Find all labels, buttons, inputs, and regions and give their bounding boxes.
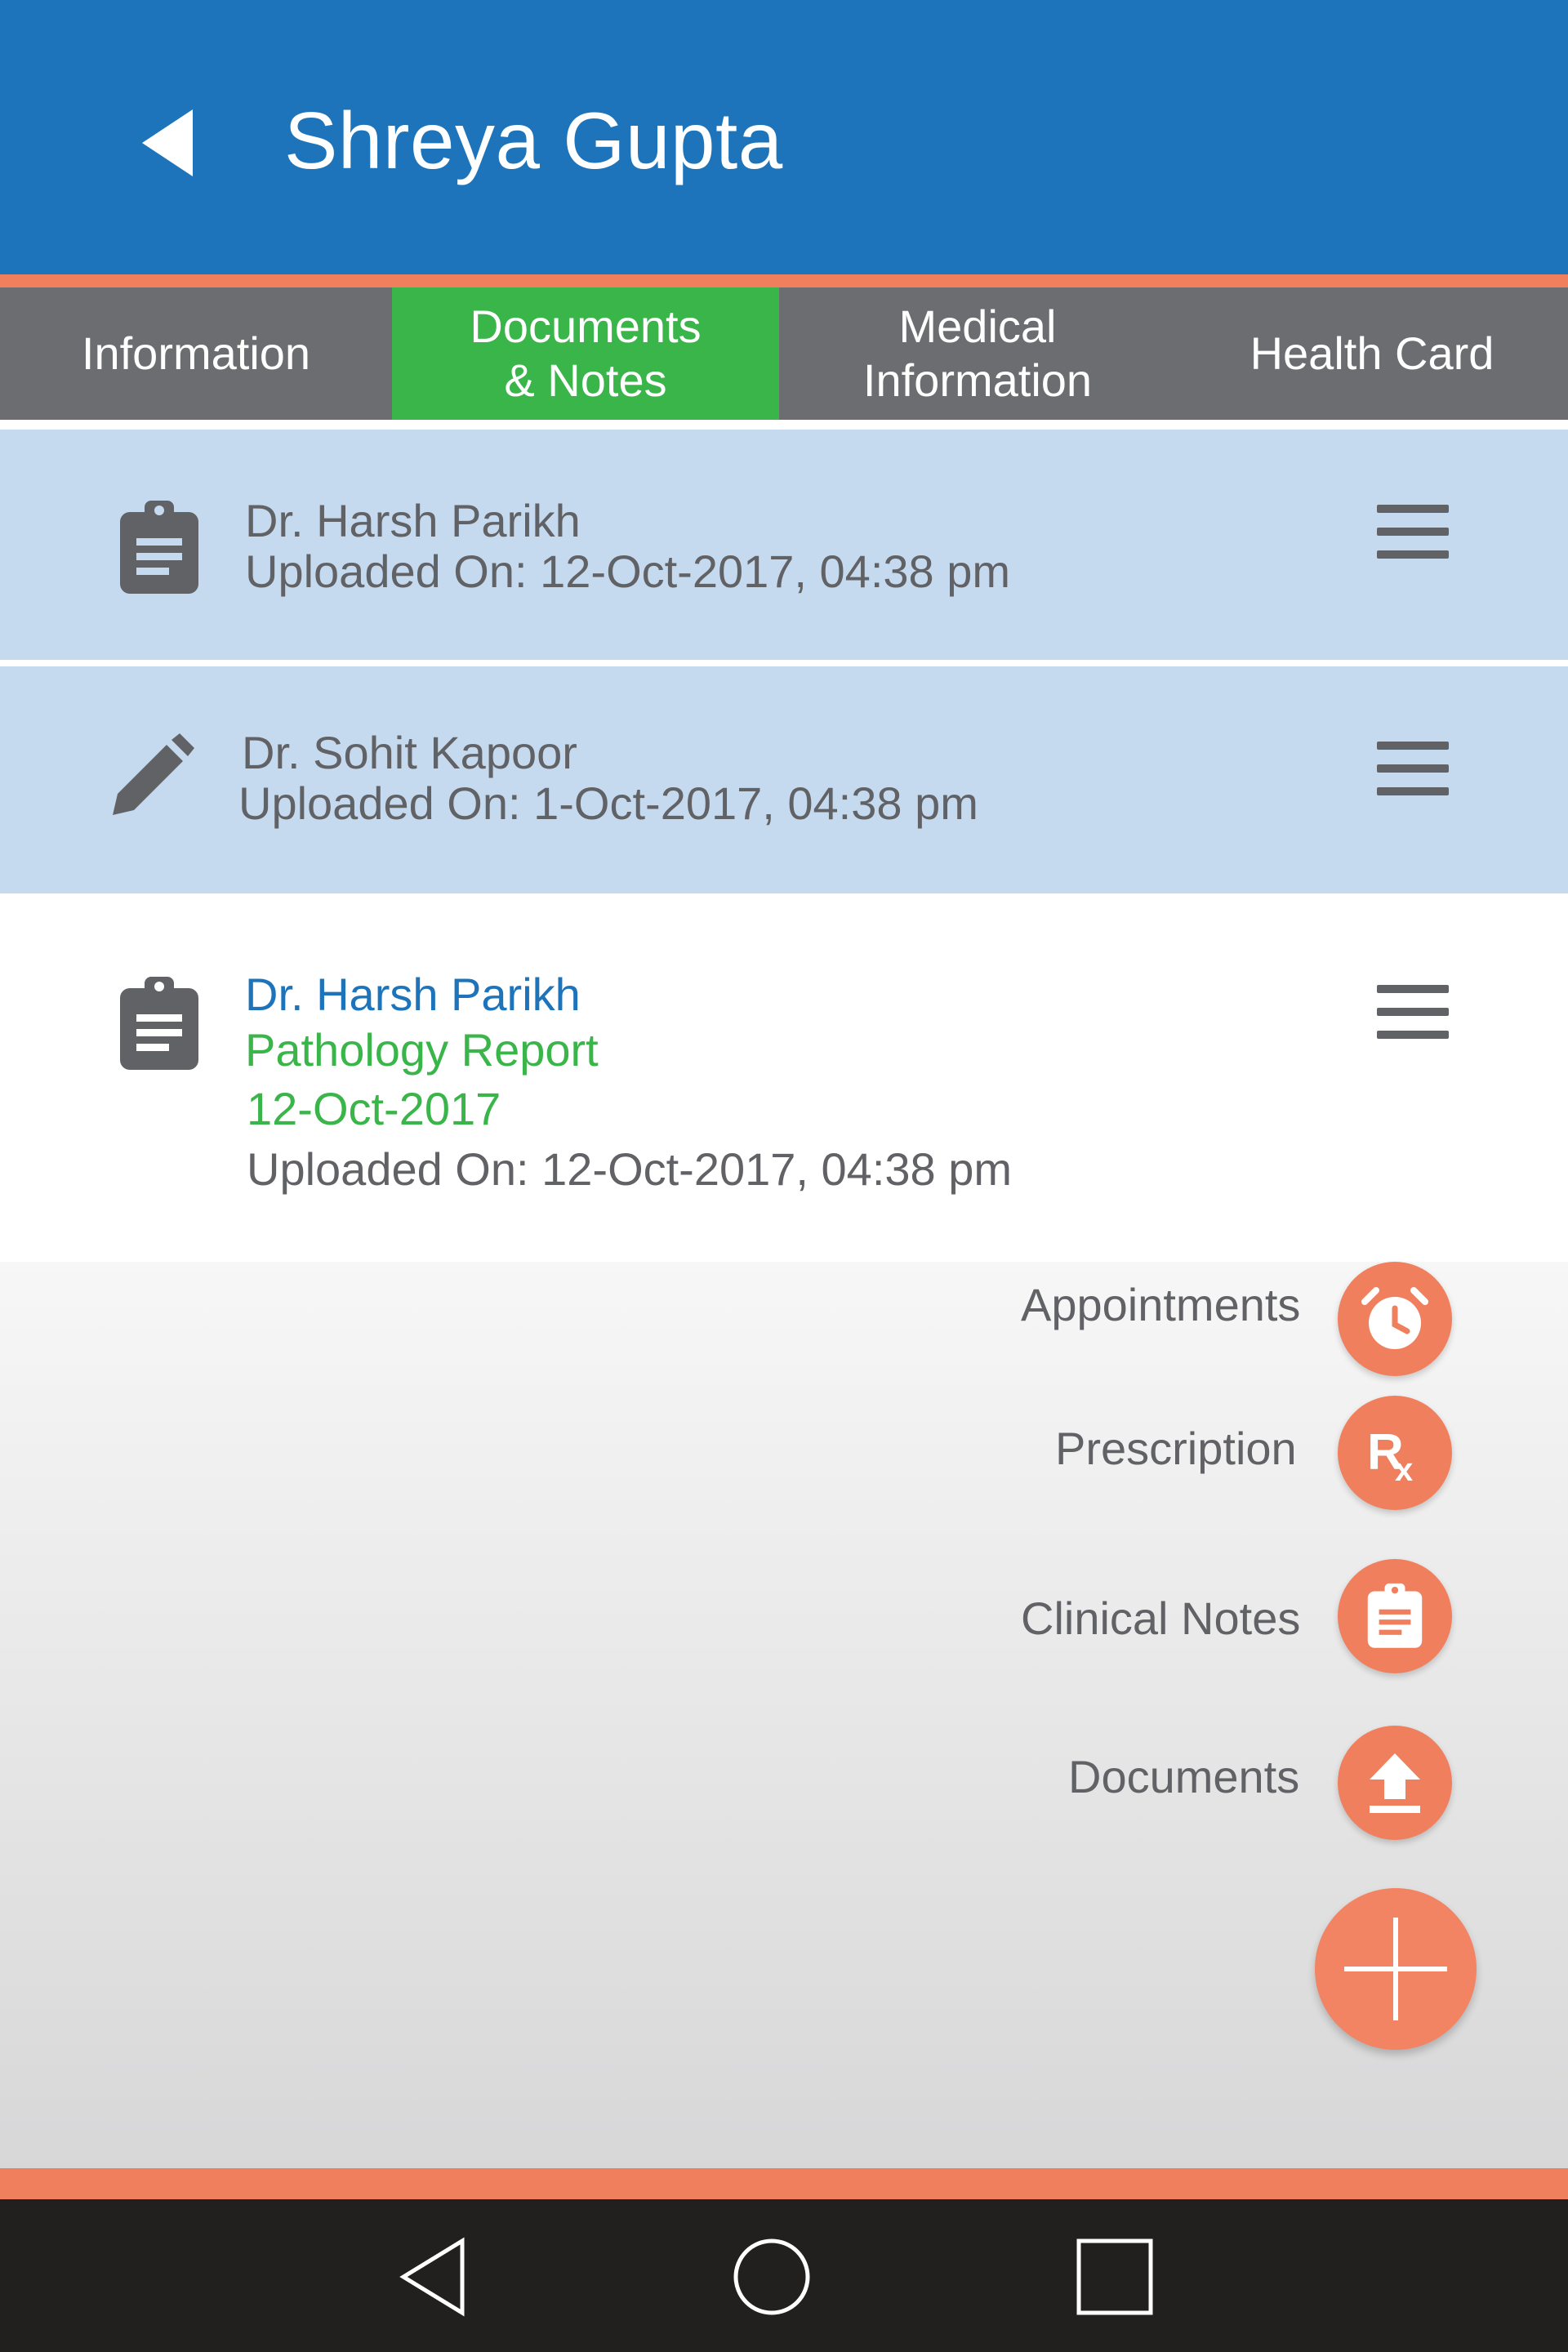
clinical-notes-button[interactable] xyxy=(1338,1559,1452,1673)
tab-documents-notes[interactable]: Documents & Notes xyxy=(392,287,779,420)
divider xyxy=(0,660,1568,666)
clipboard-icon xyxy=(114,499,204,597)
document-type: Pathology Report xyxy=(245,1024,599,1076)
prescription-button[interactable]: R x xyxy=(1338,1396,1452,1510)
menu-icon[interactable] xyxy=(1372,975,1454,1049)
menu-icon[interactable] xyxy=(1372,495,1454,568)
clinical-notes-label[interactable]: Clinical Notes xyxy=(1021,1592,1300,1645)
back-arrow-icon xyxy=(142,109,193,176)
doctor-name: Dr. Sohit Kapoor xyxy=(242,727,577,778)
documents-label[interactable]: Documents xyxy=(1068,1750,1299,1803)
tabs-divider xyxy=(0,420,1568,430)
footer-accent-stripe xyxy=(0,2168,1568,2199)
tab-information[interactable]: Information xyxy=(0,287,392,420)
system-nav-bar xyxy=(0,2199,1568,2352)
tab-bar: Information Documents & Notes Medical In… xyxy=(0,287,1568,420)
alarm-clock-icon xyxy=(1361,1287,1428,1349)
nav-recents-icon xyxy=(1076,2238,1153,2315)
documents-button[interactable] xyxy=(1338,1726,1452,1840)
pencil-icon xyxy=(106,728,196,826)
doctor-name: Dr. Harsh Parikh xyxy=(245,969,581,1020)
upload-icon xyxy=(1370,1753,1420,1813)
tab-medical-information[interactable]: Medical Information xyxy=(779,287,1176,420)
clipboard-icon xyxy=(114,975,204,1073)
upload-date: Uploaded On: 12-Oct-2017, 04:38 pm xyxy=(245,546,1011,597)
tab-label: Information xyxy=(862,354,1093,406)
svg-text:x: x xyxy=(1395,1452,1413,1486)
list-item[interactable]: Dr. Sohit Kapoor Uploaded On: 1-Oct-2017… xyxy=(0,666,1568,893)
rx-icon: R x xyxy=(1367,1424,1413,1486)
header-accent-stripe xyxy=(0,274,1568,287)
nav-home-button[interactable] xyxy=(719,2224,825,2330)
add-fab-button[interactable] xyxy=(1315,1888,1477,2050)
tab-label: & Notes xyxy=(504,354,667,406)
nav-back-button[interactable] xyxy=(381,2224,487,2330)
appointments-label[interactable]: Appointments xyxy=(1021,1278,1300,1331)
upload-date: Uploaded On: 1-Oct-2017, 04:38 pm xyxy=(238,777,978,829)
prescription-label[interactable]: Prescription xyxy=(1055,1422,1297,1475)
tab-label: Information xyxy=(81,327,311,379)
tab-label: Documents xyxy=(470,301,702,352)
upload-date: Uploaded On: 12-Oct-2017, 04:38 pm xyxy=(247,1143,1013,1195)
nav-back-icon xyxy=(399,2237,465,2317)
appointments-button[interactable] xyxy=(1338,1262,1452,1376)
plus-icon xyxy=(1344,1918,1447,2020)
nav-recents-button[interactable] xyxy=(1062,2224,1168,2330)
clipboard-icon xyxy=(1367,1583,1423,1648)
fab-menu-overlay: Appointments Prescription R x Clinical N… xyxy=(0,1262,1568,2168)
tab-label: Health Card xyxy=(1250,327,1494,379)
document-date: 12-Oct-2017 xyxy=(247,1083,501,1134)
nav-home-icon xyxy=(733,2238,810,2315)
tab-health-card[interactable]: Health Card xyxy=(1176,287,1568,420)
app-bar: Shreya Gupta xyxy=(0,0,1568,274)
page-title: Shreya Gupta xyxy=(284,96,783,185)
doctor-name: Dr. Harsh Parikh xyxy=(245,495,581,546)
list-item[interactable]: Dr. Harsh Parikh Uploaded On: 12-Oct-201… xyxy=(0,430,1568,660)
tab-label: Medical xyxy=(898,301,1057,352)
back-button[interactable] xyxy=(122,98,212,188)
list-item[interactable]: Dr. Harsh Parikh Pathology Report 12-Oct… xyxy=(0,893,1568,1262)
menu-icon[interactable] xyxy=(1372,732,1454,805)
